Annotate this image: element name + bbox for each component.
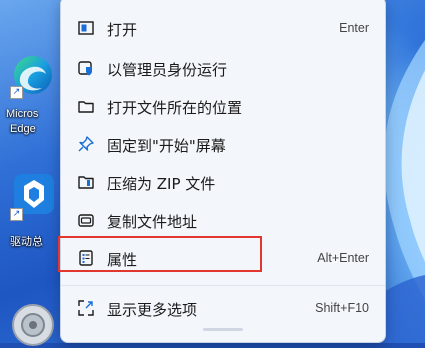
menu-item-label: 以管理员身份运行 <box>107 61 228 79</box>
menu-item-properties[interactable]: 属性 Alt+Enter <box>65 239 381 277</box>
properties-icon <box>79 250 93 266</box>
zip-folder-icon <box>78 176 94 189</box>
menu-item-label: 属性 <box>107 251 138 269</box>
context-menu: 打开 Enter 以管理员身份运行 打开文件所在的位置 固定到"开始"屏幕 压缩… <box>60 0 386 343</box>
menu-item-shortcut: Enter <box>339 21 369 35</box>
menu-item-open-file-location[interactable]: 打开文件所在的位置 <box>65 87 381 125</box>
open-window-icon <box>78 21 94 35</box>
menu-item-run-as-admin[interactable]: 以管理员身份运行 <box>65 49 381 87</box>
desktop-icon-label: 驱动总 <box>10 236 43 248</box>
menu-item-open[interactable]: 打开 Enter <box>65 9 381 47</box>
menu-separator <box>61 285 385 286</box>
desktop-icon-label: Micros <box>6 108 39 120</box>
menu-item-label: 固定到"开始"屏幕 <box>107 137 226 155</box>
shield-icon <box>78 61 92 76</box>
shortcut-arrow-icon: ↗ <box>10 208 23 221</box>
menu-item-label: 压缩为 ZIP 文件 <box>107 175 216 193</box>
pin-icon <box>78 136 94 152</box>
menu-item-pin-to-start[interactable]: 固定到"开始"屏幕 <box>65 125 381 163</box>
menu-item-shortcut: Alt+Enter <box>317 251 369 265</box>
menu-item-label: 显示更多选项 <box>107 301 198 319</box>
expand-icon <box>78 300 94 316</box>
menu-item-label: 复制文件地址 <box>107 213 198 231</box>
folder-icon <box>78 101 94 113</box>
menu-item-label: 打开文件所在的位置 <box>107 99 243 117</box>
menu-bottom-indicator <box>203 328 243 331</box>
copy-path-icon <box>78 214 94 227</box>
menu-item-label: 打开 <box>107 21 138 39</box>
shortcut-arrow-icon: ↗ <box>10 86 23 99</box>
menu-item-copy-path[interactable]: 复制文件地址 <box>65 201 381 239</box>
speaker-icon[interactable] <box>10 302 56 348</box>
desktop-icon-label: Edge <box>10 123 36 135</box>
menu-item-shortcut: Shift+F10 <box>315 301 369 315</box>
menu-item-compress-zip[interactable]: 压缩为 ZIP 文件 <box>65 163 381 201</box>
menu-item-show-more-options[interactable]: 显示更多选项 Shift+F10 <box>65 289 381 327</box>
